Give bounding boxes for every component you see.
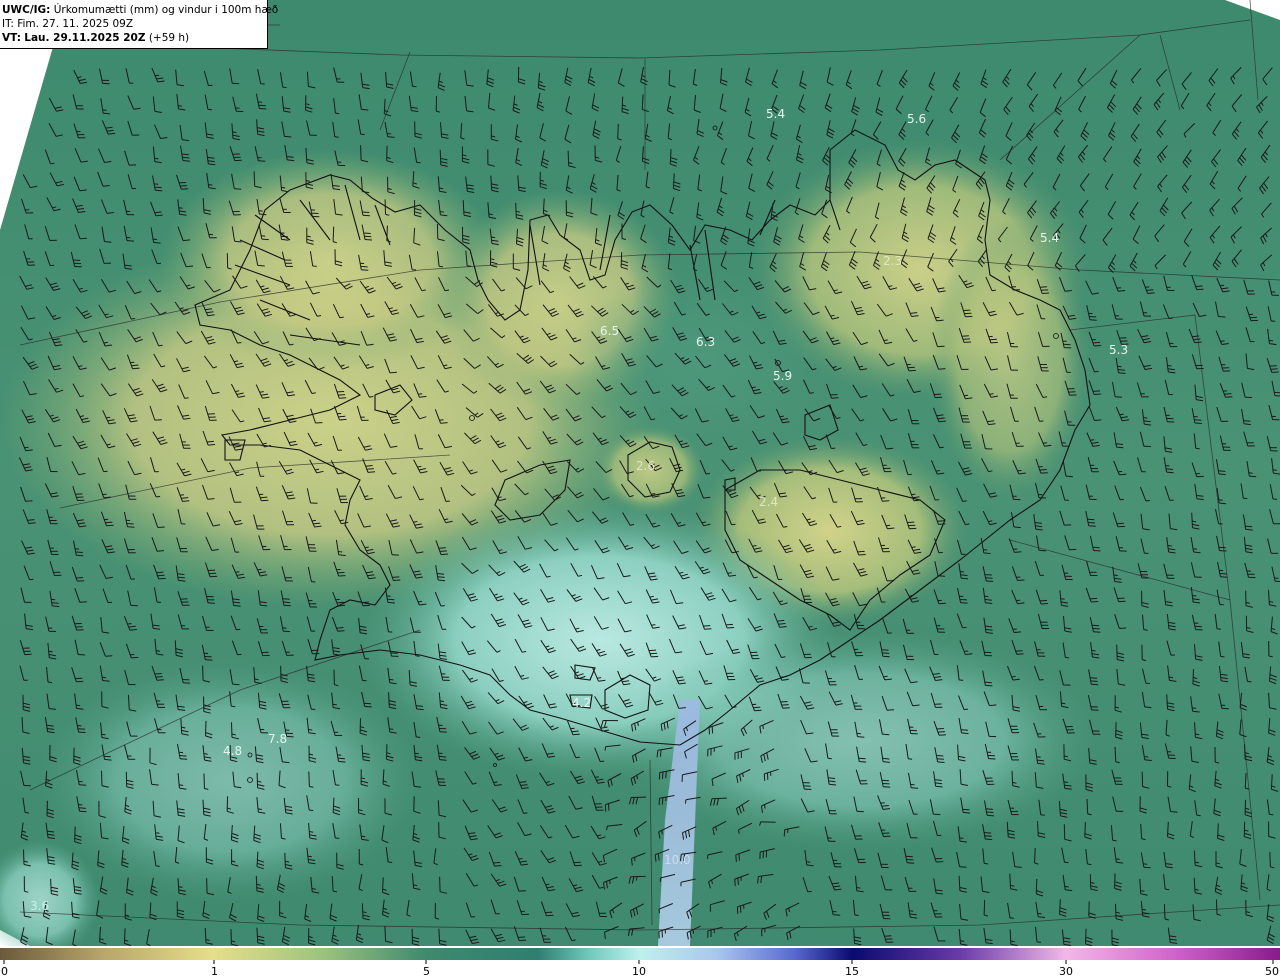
colorbar-gradient — [0, 948, 1280, 960]
value-label: 4.2 — [572, 696, 591, 710]
precip-field-east — [930, 220, 1090, 500]
colorbar-tick-label: 10 — [632, 965, 646, 978]
valid-time-line: VT: Lau. 29.11.2025 20Z (+59 h) — [2, 31, 267, 45]
value-label: 10.0 — [664, 853, 691, 867]
value-label: 2.4 — [759, 495, 778, 509]
value-label: 6.5 — [600, 324, 619, 338]
colorbar-ticks — [3, 960, 1274, 964]
value-label: 5.3 — [1109, 343, 1128, 357]
value-label: 2.6 — [636, 459, 655, 473]
product-title: Úrkomumætti (mm) og vindur i 100m hæð — [53, 4, 279, 16]
value-label: 3.6 — [30, 899, 49, 913]
forecast-info-box: UWC/IG: Úrkomumætti (mm) og vindur i 100… — [0, 0, 278, 49]
value-label: 4.8 — [223, 744, 242, 758]
colorbar-tick-label: 1 — [211, 965, 218, 978]
valid-time-prefix: VT: — [2, 32, 21, 44]
value-label: 5.6 — [907, 112, 926, 126]
colorbar-tick-label: 5 — [423, 965, 430, 978]
valid-time: Lau. 29.11.2025 20Z — [24, 32, 146, 44]
colorbar-tick-label: 50 — [1265, 965, 1279, 978]
model-label: UWC/IG: — [2, 4, 51, 16]
colorbar-tick-label: 30 — [1059, 965, 1073, 978]
colorbar-tick-label: 15 — [845, 965, 859, 978]
value-label: 5.4 — [766, 107, 785, 121]
value-label: 5.4 — [1040, 231, 1059, 245]
value-label: 7.8 — [268, 732, 287, 746]
init-time: IT: Fim. 27. 11. 2025 09Z — [2, 18, 134, 30]
value-label: 2.3 — [883, 254, 902, 268]
title-line: UWC/IG: Úrkomumætti (mm) og vindur i 100… — [2, 3, 278, 17]
lead-time: (+59 h) — [148, 32, 190, 44]
colorbar-tick-label: 0 — [1, 965, 8, 978]
value-label: 5.9 — [773, 369, 792, 383]
precip-colorbar: 0 1 5 10 15 30 50 — [0, 946, 1280, 978]
value-label: 6.3 — [696, 335, 715, 349]
forecast-map[interactable]: 5.4 5.6 5.4 2.3 5.3 6.5 6.3 5.9 2.6 2.4 … — [0, 0, 1280, 946]
